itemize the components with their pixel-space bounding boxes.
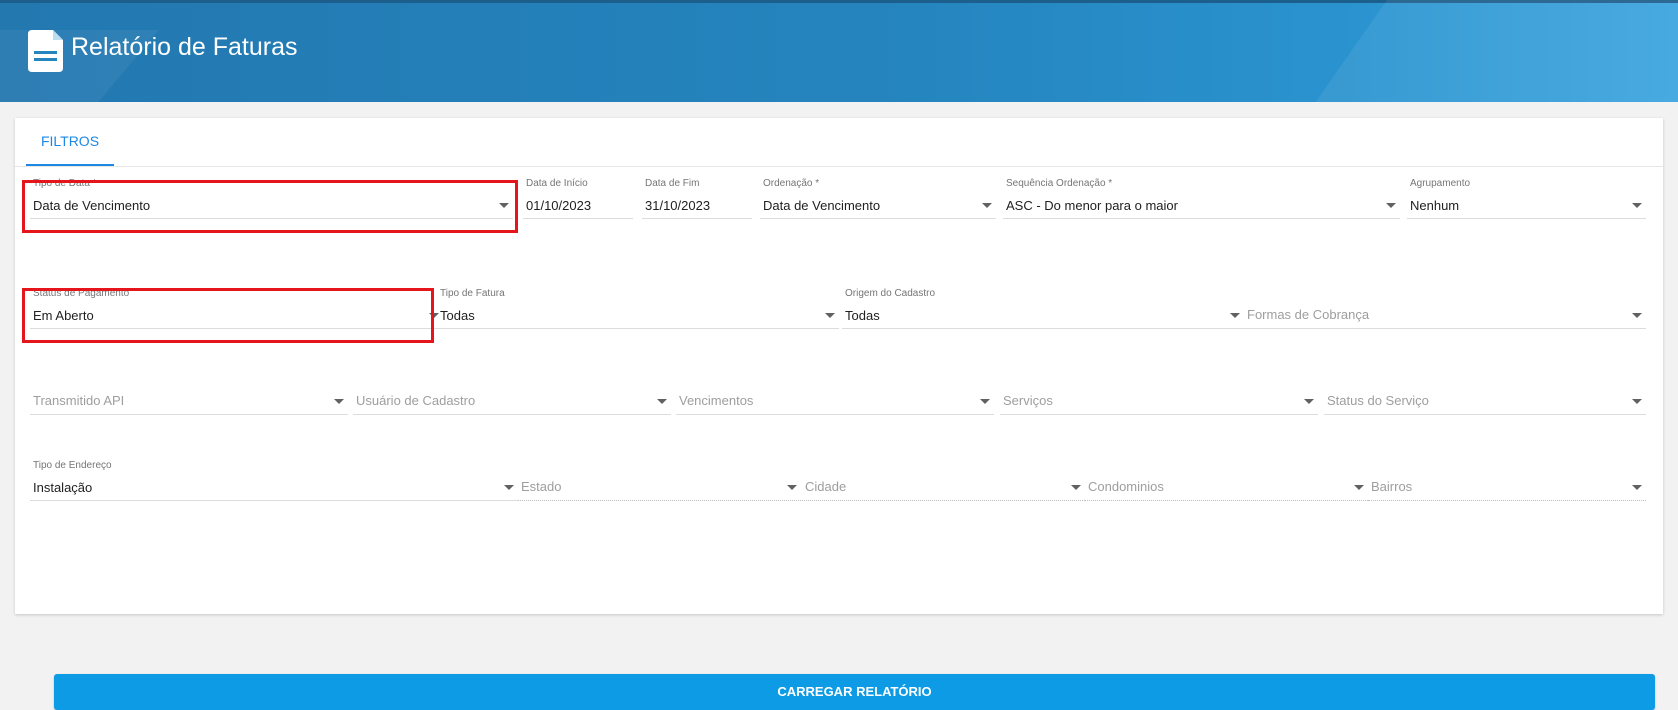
- tipo-data-label: Tipo de Data *: [33, 178, 97, 189]
- field-underline: [1085, 500, 1368, 501]
- chevron-down-icon: [504, 485, 514, 490]
- field-underline: [30, 328, 443, 329]
- field-underline: [842, 328, 1244, 329]
- field-underline: [30, 218, 513, 219]
- chevron-down-icon: [1386, 203, 1396, 208]
- chevron-down-icon: [657, 399, 667, 404]
- formas-cobranca-select[interactable]: Formas de Cobrança: [1244, 288, 1646, 330]
- ordenacao-select[interactable]: Ordenação * Data de Vencimento: [760, 178, 996, 220]
- tipo-data-value: Data de Vencimento: [33, 198, 151, 213]
- bairros-select[interactable]: Bairros: [1368, 460, 1646, 502]
- tipo-endereco-select[interactable]: Tipo de Endereço Instalação: [30, 460, 518, 502]
- page-title: Relatório de Faturas: [71, 33, 298, 61]
- chevron-down-icon: [980, 399, 990, 404]
- field-underline: [760, 218, 996, 219]
- chevron-down-icon: [334, 399, 344, 404]
- chevron-down-icon: [1230, 313, 1240, 318]
- servicos-select[interactable]: Serviços: [1000, 374, 1318, 416]
- chevron-down-icon: [1632, 485, 1642, 490]
- field-underline: [1324, 414, 1646, 415]
- field-underline: [1244, 328, 1646, 329]
- field-underline: [523, 218, 633, 219]
- servicos-placeholder: Serviços: [1003, 393, 1053, 408]
- ordenacao-value: Data de Vencimento: [763, 198, 881, 213]
- bairros-placeholder: Bairros: [1371, 479, 1413, 494]
- chevron-down-icon: [1632, 313, 1642, 318]
- estado-select[interactable]: Estado: [518, 460, 801, 502]
- sequencia-ordenacao-select[interactable]: Sequência Ordenação * ASC - Do menor par…: [1003, 178, 1400, 220]
- chevron-down-icon: [1071, 485, 1081, 490]
- field-underline: [1003, 218, 1400, 219]
- condominios-placeholder: Condominios: [1088, 479, 1164, 494]
- usuario-cadastro-placeholder: Usuário de Cadastro: [356, 393, 476, 408]
- chevron-down-icon: [1304, 399, 1314, 404]
- tipo-endereco-value: Instalação: [33, 480, 93, 495]
- data-fim-field[interactable]: Data de Fim 31/10/2023: [642, 178, 752, 220]
- filters-card: FILTROS Tipo de Data * Data de Venciment…: [15, 118, 1663, 710]
- data-inicio-label: Data de Início: [526, 178, 588, 189]
- field-underline: [30, 500, 518, 501]
- cidade-select[interactable]: Cidade: [802, 460, 1085, 502]
- field-underline: [676, 414, 994, 415]
- formas-cobranca-placeholder: Formas de Cobrança: [1247, 307, 1370, 322]
- status-servico-select[interactable]: Status do Serviço: [1324, 374, 1646, 416]
- field-underline: [353, 414, 671, 415]
- chevron-down-icon: [787, 485, 797, 490]
- field-underline: [1407, 218, 1646, 219]
- status-pagamento-label: Status de Pagamento: [33, 288, 130, 299]
- field-underline: [437, 328, 839, 329]
- sequencia-ordenacao-label: Sequência Ordenação *: [1006, 178, 1113, 189]
- field-underline: [30, 414, 348, 415]
- tipo-data-select[interactable]: Tipo de Data * Data de Vencimento: [30, 178, 513, 220]
- tab-filtros[interactable]: FILTROS: [26, 118, 114, 166]
- tipo-fatura-label: Tipo de Fatura: [440, 288, 505, 299]
- agrupamento-value: Nenhum: [1410, 198, 1460, 213]
- cidade-placeholder: Cidade: [805, 479, 847, 494]
- origem-cadastro-value: Todas: [845, 308, 880, 323]
- page-header: Relatório de Faturas: [0, 0, 1678, 102]
- status-pagamento-value: Em Aberto: [33, 308, 94, 323]
- header-decoration: [1246, 0, 1678, 102]
- field-underline: [642, 218, 752, 219]
- status-servico-placeholder: Status do Serviço: [1327, 393, 1429, 408]
- tipo-fatura-select[interactable]: Tipo de Fatura Todas: [437, 288, 839, 330]
- estado-placeholder: Estado: [521, 479, 562, 494]
- tab-bar: FILTROS: [15, 118, 1663, 167]
- agrupamento-select[interactable]: Agrupamento Nenhum: [1407, 178, 1646, 220]
- condominios-select[interactable]: Condominios: [1085, 460, 1368, 502]
- chevron-down-icon: [1632, 399, 1642, 404]
- chevron-down-icon: [499, 203, 509, 208]
- vencimentos-placeholder: Vencimentos: [679, 393, 754, 408]
- field-underline: [802, 500, 1085, 501]
- data-fim-label: Data de Fim: [645, 178, 700, 189]
- chevron-down-icon: [825, 313, 835, 318]
- field-underline: [1368, 500, 1646, 501]
- origem-cadastro-label: Origem do Cadastro: [845, 288, 936, 299]
- origem-cadastro-select[interactable]: Origem do Cadastro Todas: [842, 288, 1244, 330]
- transmitido-api-select[interactable]: Transmitido API: [30, 374, 348, 416]
- vencimentos-select[interactable]: Vencimentos: [676, 374, 994, 416]
- chevron-down-icon: [982, 203, 992, 208]
- status-pagamento-select[interactable]: Status de Pagamento Em Aberto: [30, 288, 443, 330]
- chevron-down-icon: [1354, 485, 1364, 490]
- document-icon: [28, 30, 63, 72]
- tipo-fatura-value: Todas: [440, 308, 475, 323]
- ordenacao-label: Ordenação *: [763, 178, 820, 189]
- field-underline: [518, 500, 801, 501]
- transmitido-api-placeholder: Transmitido API: [33, 393, 125, 408]
- data-inicio-field[interactable]: Data de Início 01/10/2023: [523, 178, 633, 220]
- agrupamento-label: Agrupamento: [1410, 178, 1471, 189]
- carregar-relatorio-button[interactable]: CARREGAR RELATÓRIO: [54, 674, 1655, 710]
- data-inicio-value: 01/10/2023: [526, 198, 592, 213]
- data-fim-value: 31/10/2023: [645, 198, 711, 213]
- usuario-cadastro-select[interactable]: Usuário de Cadastro: [353, 374, 671, 416]
- tipo-endereco-label: Tipo de Endereço: [33, 460, 112, 471]
- field-underline: [1000, 414, 1318, 415]
- chevron-down-icon: [1632, 203, 1642, 208]
- sequencia-ordenacao-value: ASC - Do menor para o maior: [1006, 198, 1178, 213]
